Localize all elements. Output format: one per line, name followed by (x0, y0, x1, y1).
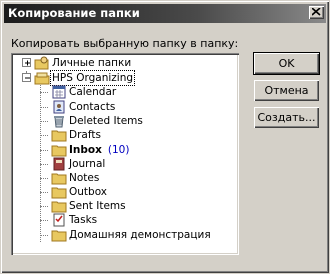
tree-item-label: Inbox (10) (69, 143, 129, 157)
dialog-title: Копирование папки (8, 6, 140, 20)
collapse-button[interactable] (22, 73, 31, 82)
tree-item-drafts[interactable]: Drafts (11, 127, 237, 143)
tree-item-label: Notes (69, 172, 100, 184)
tree-line (40, 235, 48, 236)
tree-item-label: Contacts (69, 101, 116, 113)
tree-item-label: Личные папки (52, 57, 132, 69)
close-icon (312, 8, 321, 16)
tree-item-label: Outbox (69, 186, 108, 198)
tree-item-label: Sent Items (69, 200, 126, 212)
inbox-label: Inbox (69, 144, 102, 156)
folder-tree[interactable]: Личные папки HPS Organizing Calendar Con… (11, 53, 239, 255)
tree-item-label: Calendar (69, 86, 117, 98)
tree-line (40, 164, 48, 165)
tree-item-calendar[interactable]: Calendar (11, 84, 237, 100)
calendar-icon (51, 84, 67, 100)
tree-line (40, 107, 48, 108)
tree-line (40, 150, 48, 151)
tree-item-label: HPS Organizing (49, 70, 136, 86)
tree-item-personal-folders[interactable]: Личные папки (11, 55, 237, 71)
copy-folder-dialog: Копирование папки Копировать выбранную п… (0, 0, 330, 274)
drafts-icon (51, 127, 67, 143)
create-button[interactable]: Создать... (254, 107, 319, 128)
tree-item-label: Journal (69, 158, 106, 170)
tree-line (40, 178, 48, 179)
cancel-button[interactable]: Отмена (254, 80, 319, 101)
plus-icon (25, 60, 30, 66)
tree-line (40, 121, 48, 122)
unread-count: (10) (107, 144, 130, 156)
folder-icon (51, 227, 67, 243)
tree-line (40, 135, 48, 136)
prompt-label: Копировать выбранную папку в папку: (11, 37, 239, 50)
expand-button[interactable] (22, 58, 31, 67)
personal-folders-icon (34, 55, 50, 71)
tree-line (40, 192, 48, 193)
tree-item-label: Deleted Items (69, 115, 143, 127)
tree-item-home-demo[interactable]: Домашняя демонстрация (11, 227, 237, 243)
tasks-icon (51, 212, 67, 228)
tree-line (40, 206, 48, 207)
tree-line (40, 220, 48, 221)
tree-item-tasks[interactable]: Tasks (11, 212, 237, 228)
title-bar[interactable]: Копирование папки (4, 4, 326, 23)
tree-item-label: Tasks (69, 214, 98, 226)
tree-item-label: Drafts (69, 129, 101, 141)
close-button[interactable] (309, 6, 324, 19)
minus-icon (25, 77, 30, 79)
tree-line (40, 92, 48, 93)
tree-item-label: Домашняя демонстрация (69, 229, 211, 241)
ok-button[interactable]: OK (253, 52, 320, 75)
